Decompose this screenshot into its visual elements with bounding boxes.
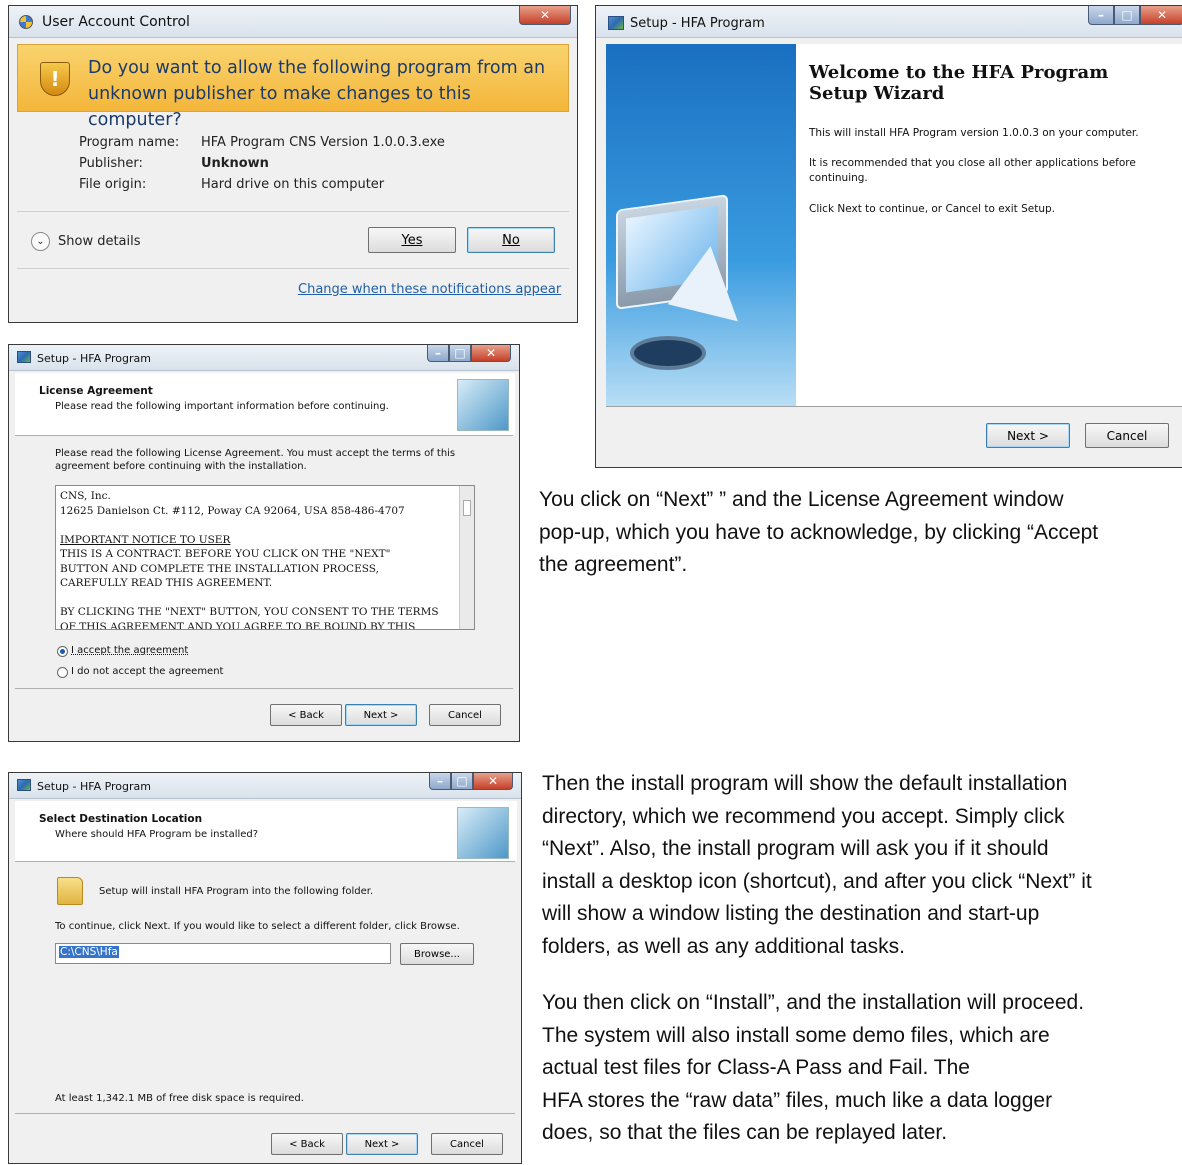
welcome-line-2b: continuing. <box>809 172 868 184</box>
folder-text: Setup will install HFA Program into the … <box>99 886 374 897</box>
instruction-paragraph-1: You click on “Next” ” and the License Ag… <box>539 488 1099 576</box>
license-line: IMPORTANT NOTICE TO USER <box>60 533 231 546</box>
license-window: Setup - HFA Program – □ ✕ License Agreem… <box>8 344 520 742</box>
welcome-heading: Welcome to the HFA Program Setup Wizard <box>809 62 1109 104</box>
welcome-line-3: Click Next to continue, or Cancel to exi… <box>809 203 1055 215</box>
setup-wizard-icon <box>457 379 509 431</box>
license-scrollbar[interactable] <box>459 486 474 629</box>
license-footer-separator <box>15 688 513 689</box>
destination-window: Setup - HFA Program – □ ✕ Select Destina… <box>8 772 522 1164</box>
destination-heading: Select Destination Location <box>39 813 203 825</box>
license-line: THIS IS A CONTRACT. BEFORE YOU CLICK ON … <box>60 548 391 560</box>
accept-radio[interactable] <box>57 646 68 657</box>
destination-instruction: To continue, click Next. If you would li… <box>55 921 460 932</box>
cd-icon <box>630 336 706 370</box>
change-notifications-link[interactable]: Change when these notifications appear <box>298 282 561 297</box>
welcome-window: Setup - HFA Program – □ ✕ Welcome to the… <box>595 5 1182 468</box>
folder-icon <box>57 877 83 905</box>
uac-close-button[interactable]: ✕ <box>519 6 571 25</box>
file-origin-label: File origin: <box>79 177 147 192</box>
chevron-down-icon: ⌄ <box>31 232 50 251</box>
accept-label[interactable]: I accept the agreement <box>71 645 188 656</box>
destination-next-button[interactable]: Next > <box>346 1133 418 1155</box>
wizard-side-image <box>606 44 796 406</box>
instruction-paragraph-2: Then the install program will show the d… <box>542 772 1092 958</box>
destination-cancel-button[interactable]: Cancel <box>431 1133 503 1155</box>
license-next-button[interactable]: Next > <box>345 704 417 726</box>
show-details-toggle[interactable]: ⌄ Show details <box>31 232 141 251</box>
license-cancel-button[interactable]: Cancel <box>429 704 501 726</box>
destination-subheading: Where should HFA Program be installed? <box>55 829 259 840</box>
close-button[interactable]: ✕ <box>473 773 513 790</box>
welcome-line-2a: It is recommended that you close all oth… <box>809 157 1136 169</box>
maximize-button[interactable]: □ <box>451 773 473 790</box>
destination-footer-separator <box>15 1113 515 1114</box>
license-text-box[interactable]: CNS, Inc. 12625 Danielson Ct. #112, Powa… <box>55 485 475 630</box>
instruction-paragraph-3: You then click on “Install”, and the ins… <box>542 991 1085 1144</box>
uac-question: Do you want to allow the following progr… <box>88 58 546 130</box>
welcome-separator <box>606 406 1182 407</box>
uac-separator-bottom <box>17 268 569 269</box>
minimize-button[interactable]: – <box>429 773 451 790</box>
uac-warning-banner: ! Do you want to allow the following pro… <box>17 44 569 130</box>
publisher-label: Publisher: <box>79 156 143 171</box>
license-subheading: Please read the following important info… <box>55 401 389 412</box>
minimize-button[interactable]: – <box>427 345 449 362</box>
file-origin-value: Hard drive on this computer <box>201 177 385 192</box>
destination-header-separator <box>15 861 515 862</box>
license-line: CNS, Inc. <box>60 490 111 502</box>
no-button[interactable]: No <box>467 227 555 253</box>
license-title: Setup - HFA Program <box>37 352 152 365</box>
close-button[interactable]: ✕ <box>1140 6 1182 25</box>
uac-dialog: User Account Control ✕ ! Do you want to … <box>8 5 578 323</box>
license-line: BY CLICKING THE "NEXT" BUTTON, YOU CONSE… <box>60 606 439 618</box>
minimize-button[interactable]: – <box>1088 6 1114 25</box>
show-details-label: Show details <box>58 234 141 249</box>
destination-titlebar: Setup - HFA Program – □ ✕ <box>9 773 521 799</box>
program-name-label: Program name: <box>79 135 180 150</box>
uac-separator <box>17 211 569 212</box>
destination-title: Setup - HFA Program <box>37 780 152 793</box>
welcome-cancel-button[interactable]: Cancel <box>1085 423 1169 448</box>
maximize-button[interactable]: □ <box>1114 6 1140 25</box>
disk-space-text: At least 1,342.1 MB of free disk space i… <box>55 1093 304 1104</box>
uac-titlebar: User Account Control ✕ <box>9 6 577 38</box>
license-back-button[interactable]: < Back <box>270 704 342 726</box>
license-line: CAREFULLY READ THIS AGREEMENT. <box>60 577 273 589</box>
yes-button[interactable]: Yes <box>368 227 456 253</box>
decline-label: I do not accept the agreement <box>71 666 224 677</box>
setup-app-icon <box>17 779 31 791</box>
browse-button[interactable]: Browse... <box>400 943 474 965</box>
publisher-value: Unknown <box>201 156 269 171</box>
destination-path-value: C:\CNS\Hfa <box>59 946 119 958</box>
destination-path-input[interactable]: C:\CNS\Hfa <box>55 943 391 964</box>
license-line: 12625 Danielson Ct. #112, Poway CA 92064… <box>60 504 405 517</box>
license-intro-b: agreement before continuing with the ins… <box>55 461 307 472</box>
destination-back-button[interactable]: < Back <box>271 1133 343 1155</box>
license-line <box>60 518 470 533</box>
setup-app-icon <box>608 16 624 30</box>
decline-radio[interactable] <box>57 667 68 678</box>
license-heading: License Agreement <box>39 385 153 397</box>
license-intro-a: Please read the following License Agreem… <box>55 448 456 459</box>
warning-shield-icon: ! <box>40 62 70 96</box>
license-titlebar: Setup - HFA Program – □ ✕ <box>9 345 519 371</box>
welcome-titlebar: Setup - HFA Program – □ ✕ <box>596 6 1182 38</box>
setup-app-icon <box>17 351 31 363</box>
license-line: OF THIS AGREEMENT AND YOU AGREE TO BE BO… <box>60 620 416 630</box>
close-button[interactable]: ✕ <box>471 345 511 362</box>
welcome-title: Setup - HFA Program <box>630 16 765 31</box>
uac-shield-icon <box>19 15 33 29</box>
setup-wizard-icon <box>457 807 509 859</box>
license-header-separator <box>15 435 513 436</box>
license-line <box>60 591 470 606</box>
welcome-next-button[interactable]: Next > <box>986 423 1070 448</box>
uac-title: User Account Control <box>42 14 190 30</box>
license-line: BUTTON AND COMPLETE THE INSTALLATION PRO… <box>60 562 379 575</box>
welcome-line-1: This will install HFA Program version 1.… <box>809 127 1139 139</box>
maximize-button[interactable]: □ <box>449 345 471 362</box>
program-name-value: HFA Program CNS Version 1.0.0.3.exe <box>201 135 445 150</box>
